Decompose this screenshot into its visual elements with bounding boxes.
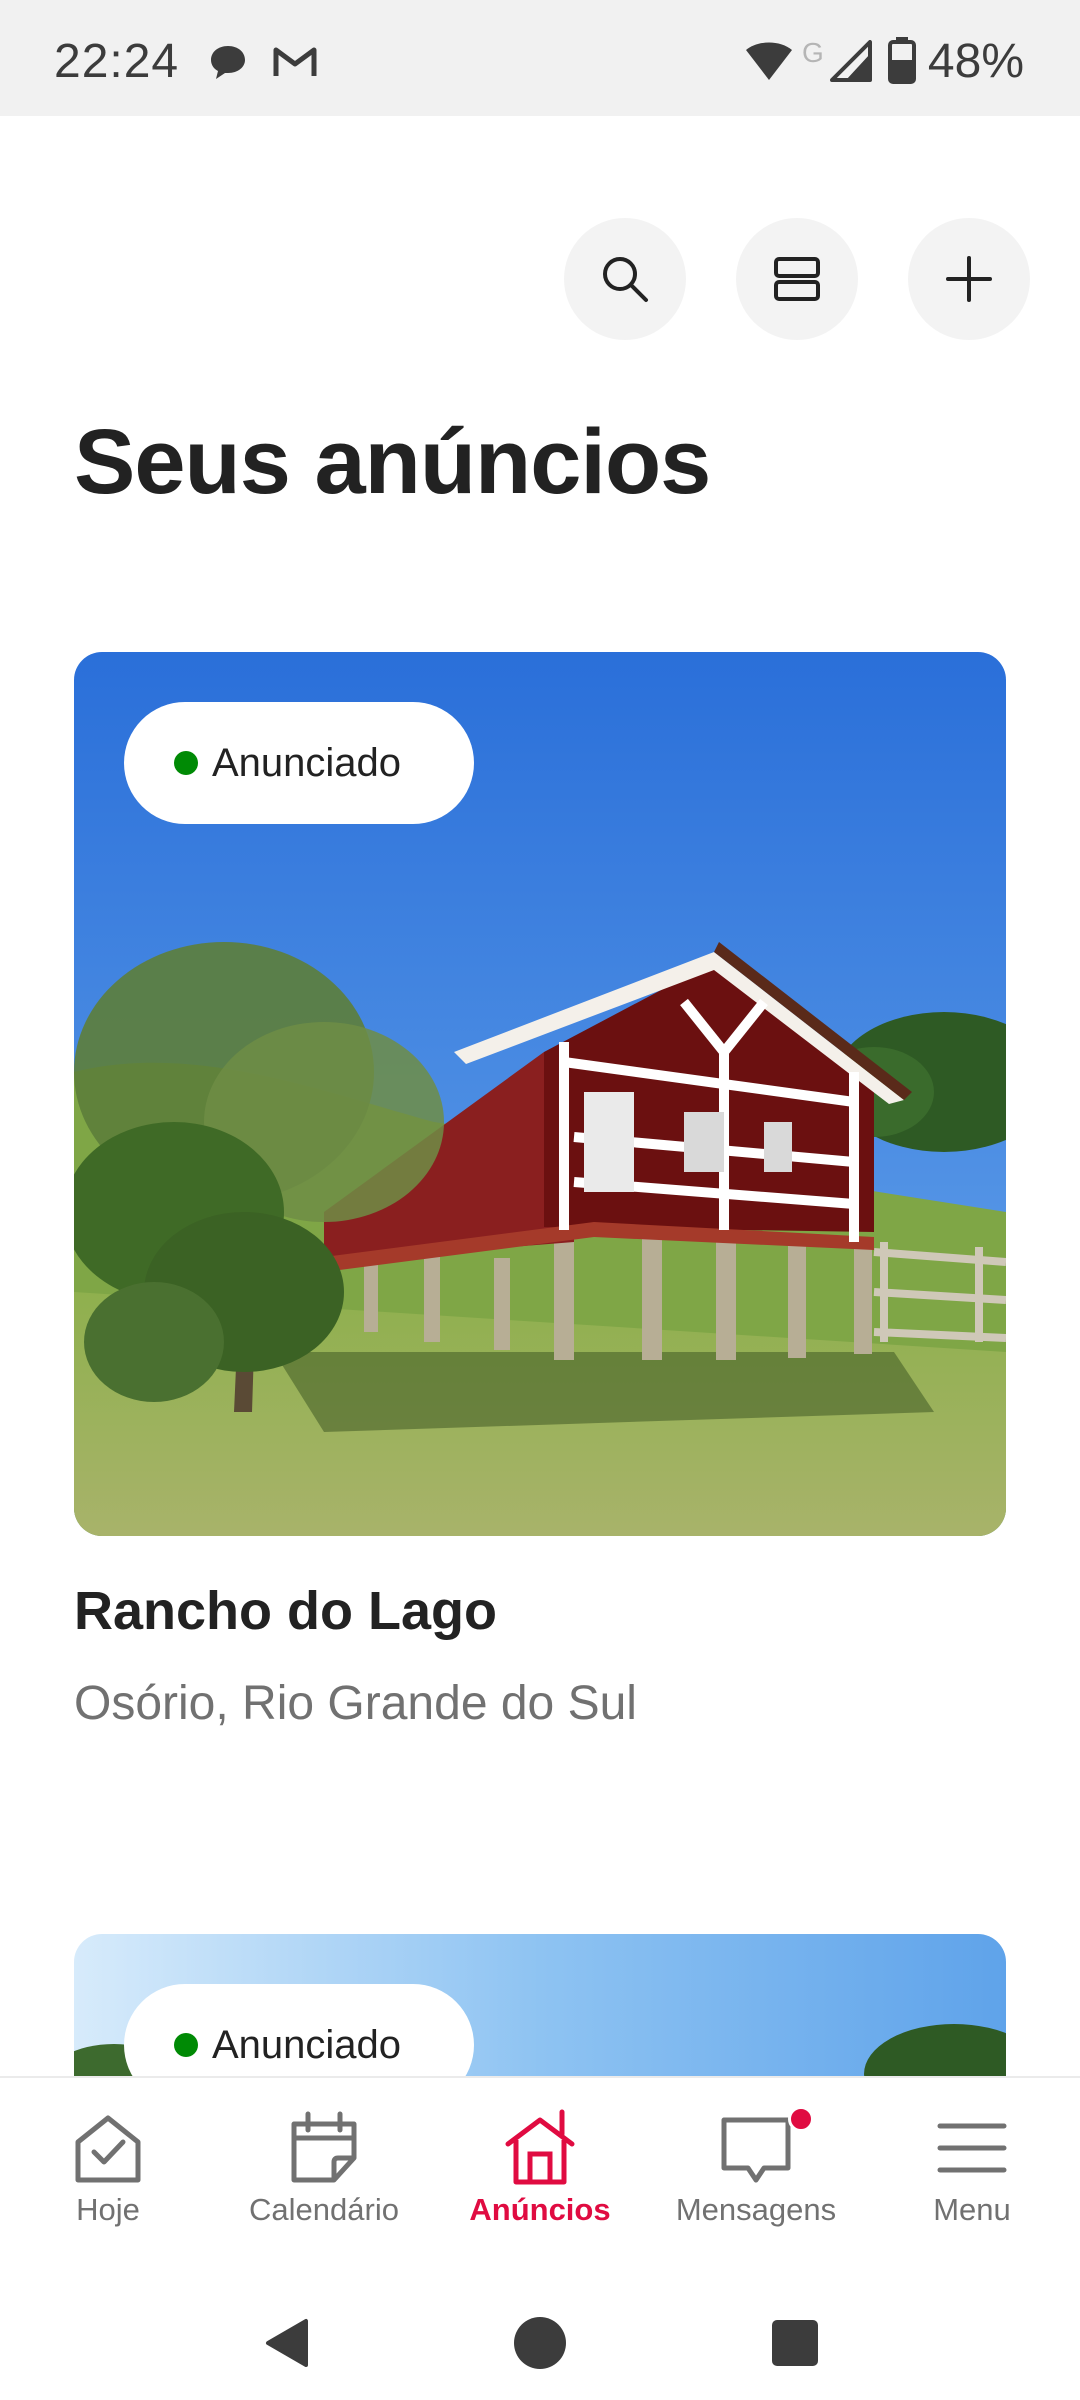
wifi-icon [746,42,792,80]
nav-label: Anúncios [469,2192,611,2227]
nav-item-hoje[interactable]: Hoje [0,2078,216,2288]
search-icon [603,257,648,302]
view-toggle-button[interactable] [736,218,858,340]
svg-text:G: G [802,37,824,68]
home-icon [514,2317,566,2369]
status-label: Anunciado [212,2022,402,2067]
nav-item-calendario[interactable]: Calendário [216,2078,432,2288]
hamburger-menu-icon [937,2123,1007,2173]
page-title: Seus anúncios [74,411,711,513]
recents-button[interactable] [760,2308,830,2378]
search-button[interactable] [564,218,686,340]
status-dot [174,2033,198,2057]
listing-location: Osório, Rio Grande do Sul [74,1677,637,1730]
home-button[interactable] [505,2308,575,2378]
listing-house-icon [505,2109,575,2185]
listing-photo[interactable]: Anunciado [74,652,1006,1536]
house-check-icon [75,2115,141,2183]
status-label: Anunciado [212,740,402,785]
nav-label: Mensagens [675,2192,837,2227]
status-time: 22:24 [54,35,180,88]
plus-icon [946,256,992,302]
signal-icon [830,40,872,82]
back-button[interactable] [252,2308,322,2378]
gmail-icon [273,47,317,76]
battery-percentage: 48% [927,35,1024,88]
system-navigation-bar [0,2286,1080,2400]
recents-icon [772,2320,818,2366]
view-toggle-icon [774,257,820,301]
status-bar: 22:24 G 48% [0,0,1080,116]
nav-item-menu[interactable]: Menu [864,2078,1080,2288]
chat-bubble-icon [211,46,245,79]
add-listing-button[interactable] [908,218,1030,340]
bottom-nav: Hoje Calendário Anúncios Mensagens Menu [0,2076,1080,2286]
listing-title[interactable]: Rancho do Lago [74,1580,497,1642]
message-icon [721,2117,791,2183]
battery-icon [888,37,916,84]
nav-label: Menu [933,2192,1011,2227]
nav-label: Hoje [76,2192,140,2227]
g-network-icon: G [802,37,824,68]
nav-label: Calendário [249,2192,399,2227]
nav-item-mensagens[interactable]: Mensagens [648,2078,864,2288]
notification-badge [788,2106,814,2132]
nav-item-anuncios[interactable]: Anúncios [432,2078,648,2288]
back-icon [266,2319,308,2367]
status-dot [174,751,198,775]
calendar-icon [291,2111,357,2183]
status-badge: Anunciado [124,702,474,824]
